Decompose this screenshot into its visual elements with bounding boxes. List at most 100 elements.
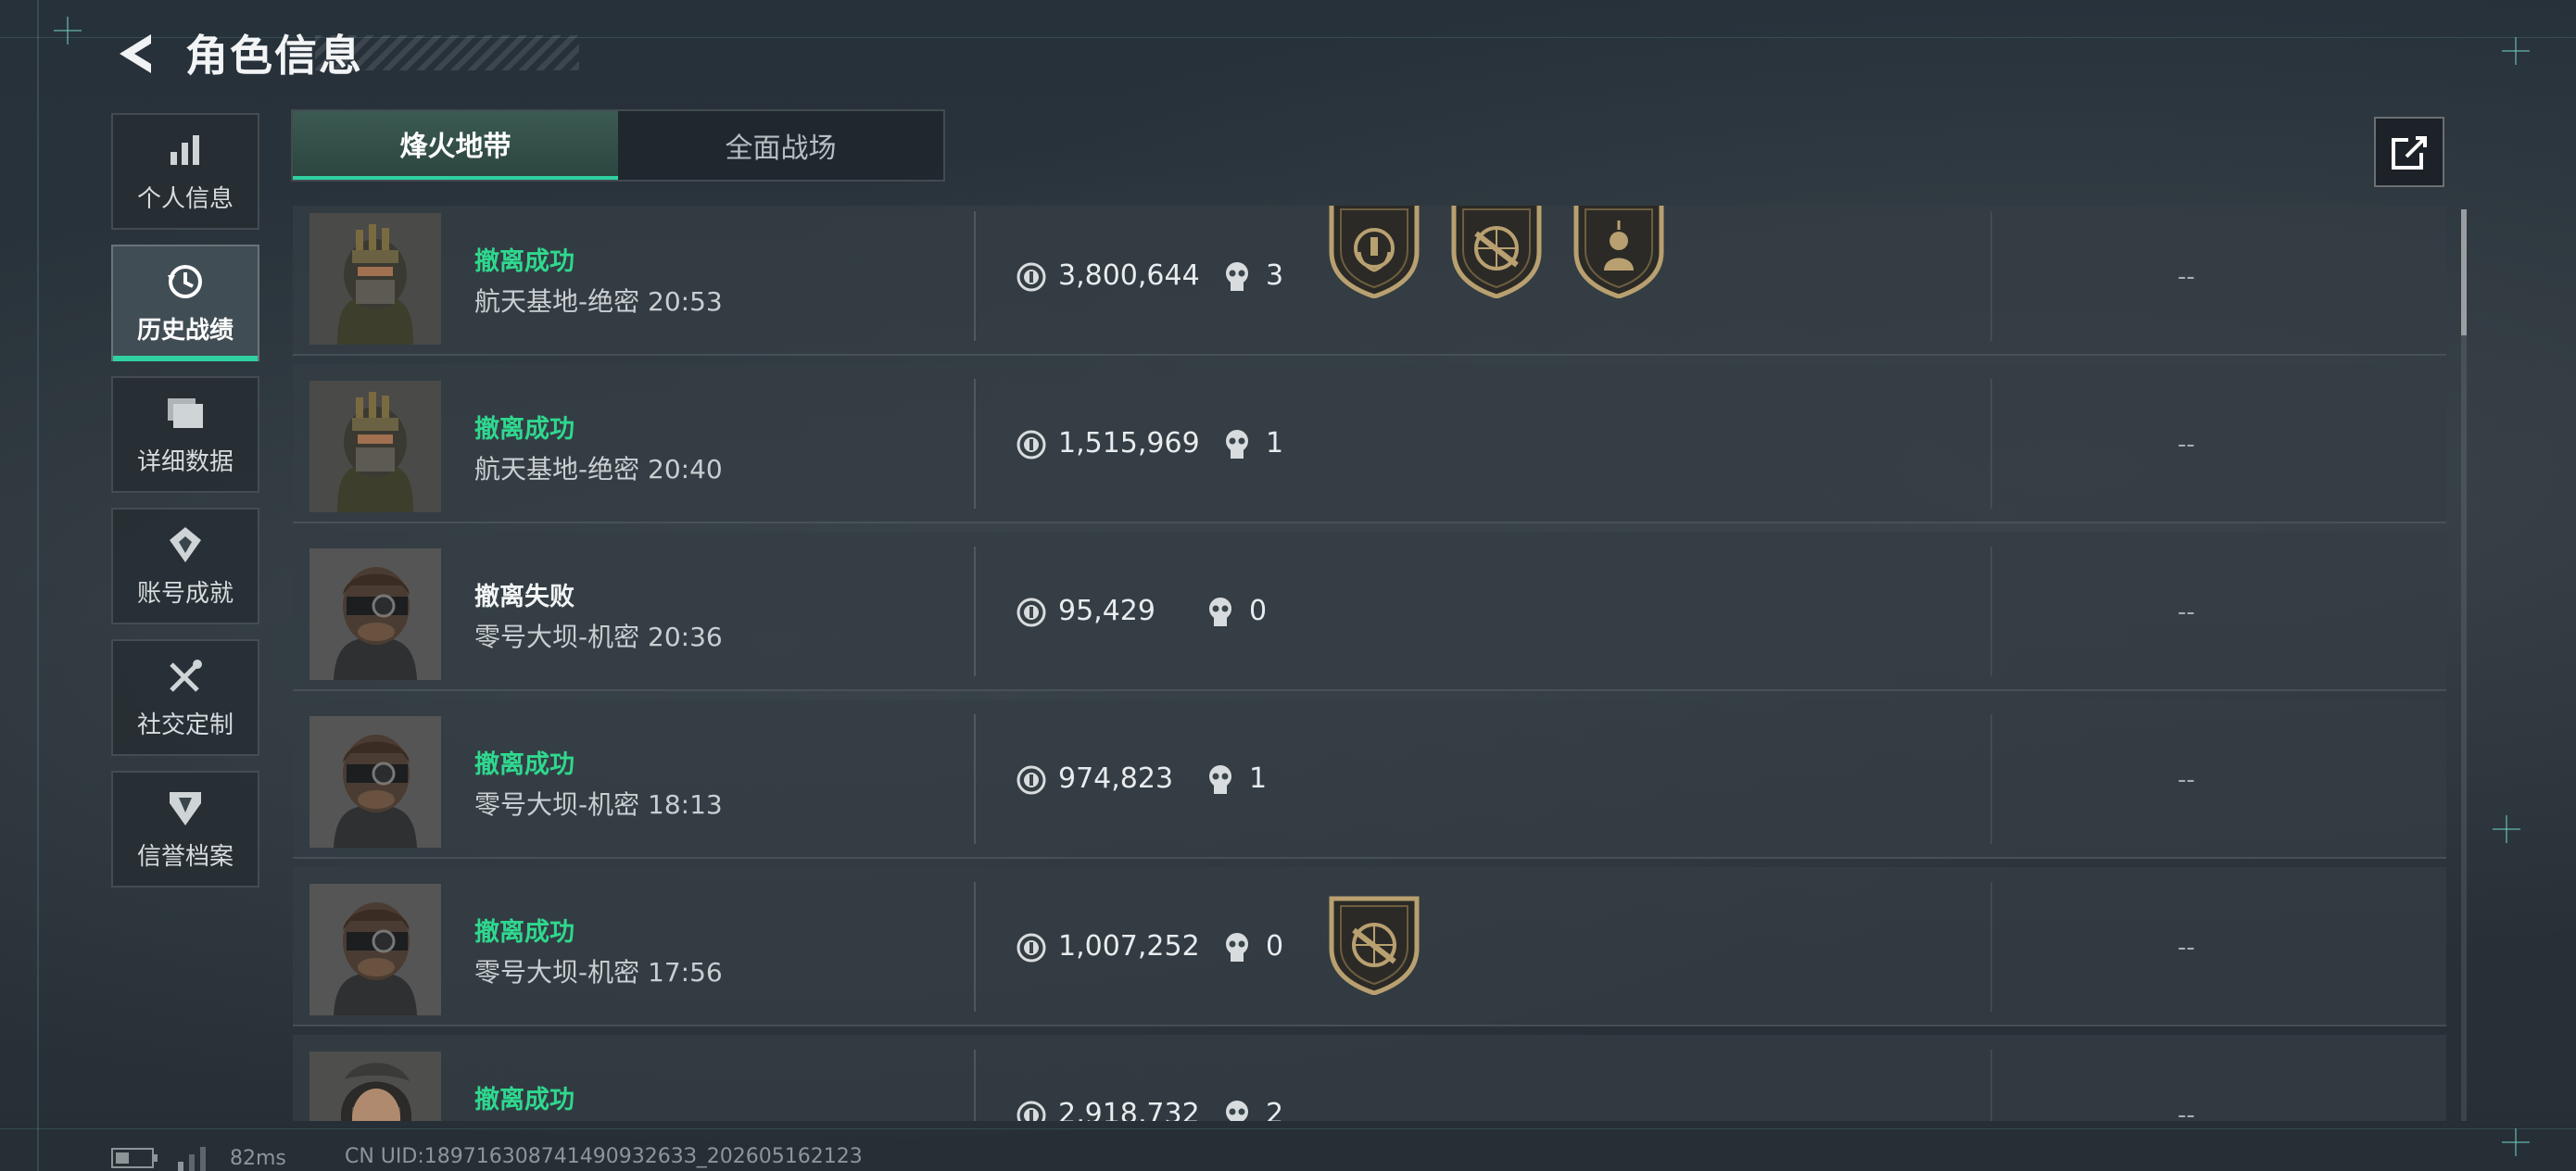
- skull-icon: [1226, 1101, 1248, 1121]
- sidebar-item-label: 账号成就: [136, 579, 234, 608]
- match-row[interactable]: 撤离成功航天基地-绝密 20:53 3,800,644 3 --: [293, 206, 2446, 356]
- tools-icon: [165, 656, 206, 697]
- loot-value: 1,515,969: [1058, 427, 1200, 460]
- divider: [1990, 882, 1992, 1012]
- map-and-time: 零号大坝-机密 20:36: [474, 622, 723, 652]
- extraction-status: 撤离成功: [474, 415, 575, 444]
- divider: [974, 1050, 976, 1121]
- crosshair-decor-icon: [2493, 815, 2520, 843]
- crosshair-decor-icon: [2502, 1128, 2530, 1156]
- sidebar-item-achievements[interactable]: 账号成就: [111, 508, 259, 624]
- loot-value: 3,800,644: [1058, 259, 1200, 292]
- mode-tabs: 烽火地带 全面战场: [291, 109, 945, 182]
- loot-value: 1,007,252: [1058, 930, 1200, 963]
- skull-icon: [1209, 598, 1231, 626]
- scrollbar[interactable]: [2461, 209, 2467, 1121]
- coin-icon: [1017, 933, 1046, 963]
- kill-count: 0: [1266, 930, 1284, 963]
- match-row[interactable]: 撤离成功零号大坝-机密 17:56 1,007,252 0 --: [293, 867, 2446, 1026]
- tab-full-battlefield[interactable]: 全面战场: [618, 111, 943, 180]
- share-icon: [2392, 136, 2427, 170]
- operator-avatar: [309, 716, 441, 848]
- coin-icon: [1017, 430, 1046, 460]
- sidebar-item-label: 详细数据: [136, 447, 234, 476]
- divider: [974, 547, 976, 676]
- divider: [1990, 714, 1992, 844]
- operator-avatar: [309, 1051, 441, 1121]
- coin-icon: [1017, 1101, 1046, 1121]
- sidebar-item-profile[interactable]: 个人信息: [111, 113, 259, 230]
- divider: [974, 882, 976, 1012]
- ping-text: 82ms: [230, 1146, 286, 1170]
- divider: [1990, 211, 1992, 341]
- loot-value: 974,823: [1058, 762, 1174, 795]
- loot-value: 95,429: [1058, 595, 1155, 627]
- match-row[interactable]: 撤离成功 零号大坝-机密 18:13 974,823 1 --: [293, 699, 2446, 859]
- decor-line: [37, 0, 39, 1171]
- loot-value: 2,918,732: [1058, 1098, 1200, 1121]
- coin-icon: [1017, 765, 1046, 795]
- bar-chart-icon: [165, 130, 206, 170]
- map-and-time: 航天基地-绝密 20:53: [474, 286, 723, 317]
- extra-stat: --: [2178, 934, 2195, 962]
- coin-icon: [1017, 598, 1046, 627]
- sidebar-item-label: 个人信息: [136, 184, 234, 213]
- scrollbar-thumb[interactable]: [2461, 209, 2467, 335]
- achievement-icon: [165, 524, 206, 565]
- operator-avatar: [309, 213, 441, 345]
- extraction-status: 撤离失败: [474, 583, 575, 611]
- tab-hazard-zone[interactable]: 烽火地带: [293, 111, 618, 180]
- page-title: 角色信息: [185, 31, 363, 81]
- kill-count: 1: [1266, 427, 1284, 460]
- rifle-medal-icon[interactable]: [1326, 893, 1422, 996]
- sidebar-item-history[interactable]: 历史战绩: [111, 245, 259, 361]
- divider: [974, 379, 976, 509]
- extraction-status: 撤离成功: [474, 247, 575, 276]
- battery-icon: [111, 1148, 158, 1168]
- divider: [1990, 1050, 1992, 1121]
- divider: [1990, 379, 1992, 509]
- uid-text: CN UID:18971630874149093263З_20260516212…: [345, 1145, 863, 1168]
- coin-icon: [1017, 262, 1046, 292]
- divider: [974, 714, 976, 844]
- rifle-medal-icon[interactable]: [1448, 206, 1545, 299]
- extraction-status: 撤离成功: [474, 1086, 575, 1114]
- skull-icon: [1209, 765, 1231, 794]
- sidebar-item-details[interactable]: 详细数据: [111, 376, 259, 493]
- status-bar: 82ms: [111, 1145, 286, 1171]
- match-row[interactable]: 撤离成功航天基地-绝密 17:21 2,918,732 2 --: [293, 1035, 2446, 1121]
- extraction-status: 撤离成功: [474, 918, 575, 947]
- sidebar-item-social[interactable]: 社交定制: [111, 639, 259, 756]
- kill-count: 2: [1266, 1098, 1284, 1121]
- map-and-time: 航天基地-绝密 17:21: [474, 1120, 723, 1121]
- back-arrow-icon: [120, 34, 151, 73]
- laurel-medal-icon[interactable]: [1326, 206, 1422, 299]
- history-icon: [165, 261, 206, 302]
- extra-stat: --: [2178, 263, 2195, 291]
- back-button[interactable]: [109, 26, 165, 82]
- soldier-medal-icon[interactable]: [1571, 206, 1667, 299]
- skull-icon: [1226, 933, 1248, 962]
- divider: [974, 211, 976, 341]
- kill-count: 3: [1266, 259, 1284, 292]
- signal-icon: [178, 1147, 206, 1171]
- shield-emblem-icon: [165, 787, 206, 828]
- map-and-time: 零号大坝-机密 18:13: [474, 789, 723, 820]
- sidebar-item-label: 历史战绩: [136, 316, 234, 345]
- match-row[interactable]: 撤离失败 零号大坝-机密 20:36 95,429 0 --: [293, 532, 2446, 691]
- share-button[interactable]: [2374, 117, 2444, 187]
- sidebar-item-label: 社交定制: [136, 711, 234, 739]
- operator-avatar: [309, 381, 441, 512]
- skull-icon: [1226, 262, 1248, 291]
- sidebar-item-label: 信誉档案: [136, 842, 234, 871]
- match-row[interactable]: 撤离成功 航天基地-绝密 20:40 1,515,969 1 --: [293, 364, 2446, 523]
- kill-count: 1: [1249, 762, 1268, 795]
- sidebar-item-reputation[interactable]: 信誉档案: [111, 771, 259, 888]
- map-and-time: 零号大坝-机密 17:56: [474, 957, 723, 988]
- divider: [1990, 547, 1992, 676]
- extraction-status: 撤离成功: [474, 750, 575, 779]
- crosshair-decor-icon: [54, 17, 82, 44]
- decor-line: [0, 1128, 2576, 1129]
- match-history-list[interactable]: 撤离成功 航天基地-绝密 20:53 3,800,644 3 -- 撤离成功 航天基地-绝密…: [293, 206, 2446, 1121]
- kill-count: 0: [1249, 595, 1268, 627]
